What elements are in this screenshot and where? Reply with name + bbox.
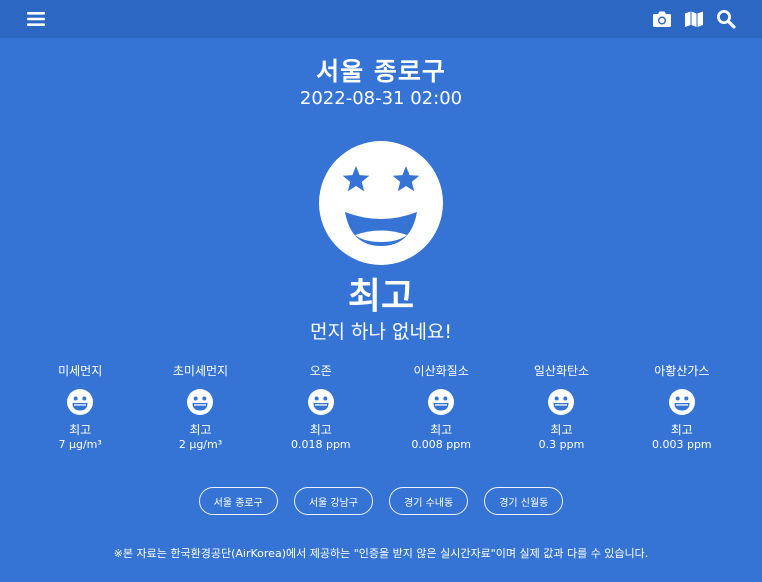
metric-value: 2 μg/m³ bbox=[178, 438, 223, 451]
metric-value: 0.008 ppm bbox=[411, 438, 471, 451]
search-icon[interactable] bbox=[715, 8, 737, 30]
metric-grade: 최고 bbox=[309, 423, 332, 437]
region-button-sunae[interactable]: 경기 수내동 bbox=[389, 487, 469, 515]
overall-message: 먼지 하나 없네요! bbox=[309, 321, 453, 343]
location-title: 서울 종로구 bbox=[316, 57, 446, 86]
overall-grade: 최고 bbox=[347, 276, 415, 317]
metric-grade: 최고 bbox=[430, 423, 453, 437]
grin-icon bbox=[668, 389, 695, 415]
metric-no2: 이산화질소 최고 0.008 ppm bbox=[381, 362, 501, 452]
metric-grade: 최고 bbox=[189, 423, 212, 437]
metric-co: 일산화탄소 최고 0.3 ppm bbox=[501, 362, 621, 452]
metrics-row: 미세먼지 최고 7 μg/m³ 초미세먼지 최고 2 μg/m³ 오존 최고 0… bbox=[20, 362, 742, 452]
menu-icon[interactable] bbox=[25, 8, 47, 30]
metric-name: 미세먼지 bbox=[58, 364, 103, 378]
metric-value: 0.003 ppm bbox=[651, 438, 712, 451]
grin-icon bbox=[428, 389, 455, 415]
camera-icon[interactable] bbox=[651, 8, 673, 30]
metric-value: 0.018 ppm bbox=[290, 438, 351, 451]
metric-name: 이산화질소 bbox=[413, 364, 469, 378]
grin-icon bbox=[67, 389, 94, 415]
region-button-group: 서울 종로구 서울 강남구 경기 수내동 경기 신월동 bbox=[0, 487, 762, 515]
metric-ozone: 오존 최고 0.018 ppm bbox=[261, 362, 381, 452]
metric-grade: 최고 bbox=[550, 423, 573, 437]
grin-icon bbox=[187, 389, 214, 415]
timestamp: 2022-08-31 02:00 bbox=[299, 88, 463, 109]
star-eyes-grin-icon bbox=[318, 140, 444, 266]
metric-name: 일산화탄소 bbox=[533, 364, 590, 378]
metric-name: 오존 bbox=[309, 364, 332, 378]
region-button-sinwol[interactable]: 경기 신월동 bbox=[484, 487, 564, 515]
region-button-jongno[interactable]: 서울 종로구 bbox=[198, 487, 278, 515]
metric-name: 아황산가스 bbox=[654, 364, 710, 378]
metric-so2: 아황산가스 최고 0.003 ppm bbox=[622, 362, 742, 452]
metric-pm10: 미세먼지 최고 7 μg/m³ bbox=[20, 362, 140, 452]
metric-name: 초미세먼지 bbox=[172, 364, 229, 378]
grin-icon bbox=[307, 389, 334, 415]
metric-pm25: 초미세먼지 최고 2 μg/m³ bbox=[140, 362, 260, 452]
grin-icon bbox=[548, 389, 575, 415]
top-bar bbox=[0, 0, 762, 38]
metric-value: 7 μg/m³ bbox=[58, 438, 102, 451]
metric-grade: 최고 bbox=[69, 423, 92, 437]
region-button-gangnam[interactable]: 서울 강남구 bbox=[293, 487, 373, 515]
metric-grade: 최고 bbox=[670, 423, 693, 437]
data-source-footnote: ※본 자료는 한국환경공단(AirKorea)에서 제공하는 "인증을 받지 않… bbox=[113, 547, 649, 560]
metric-value: 0.3 ppm bbox=[538, 438, 585, 451]
map-icon[interactable] bbox=[683, 8, 705, 30]
